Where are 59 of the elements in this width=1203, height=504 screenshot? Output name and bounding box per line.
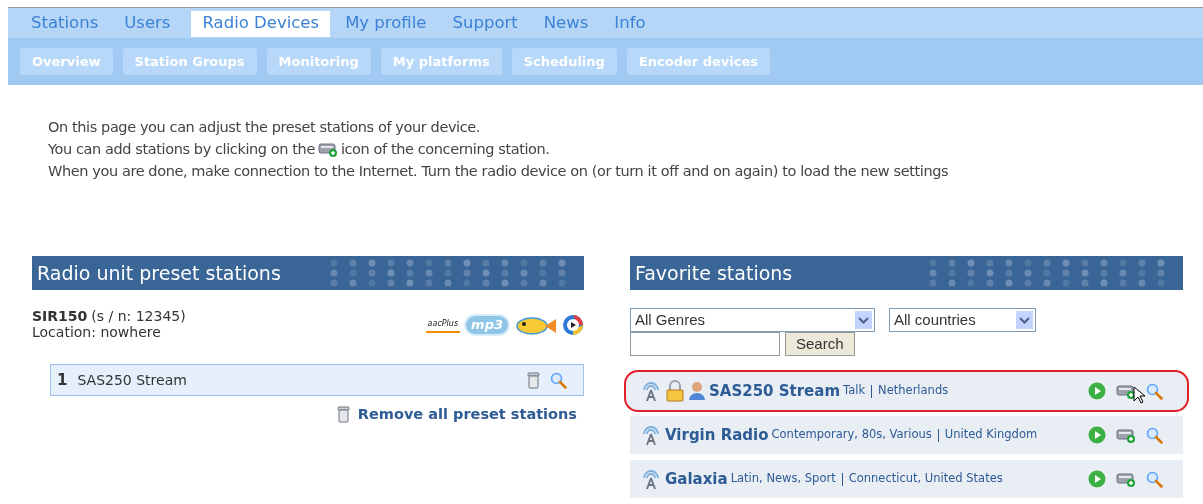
user-icon [688,381,706,401]
nav-tab[interactable]: Radio Devices [191,11,331,37]
play-icon[interactable] [1088,426,1106,444]
antenna-icon [640,424,662,446]
preset-name: SAS250 Stream [77,370,188,390]
intro-text: You can add stations by clicking on the [48,140,315,159]
codec-logo: mp3 [464,314,510,336]
panel-title: Radio unit preset stations [36,262,281,284]
nav-tab[interactable]: My profile [334,11,438,37]
station-genres: Latin, News, Sport [730,470,836,488]
subnav-button[interactable]: Monitoring [266,48,371,75]
lock-icon [665,380,685,402]
nav-tab[interactable]: Info [603,11,657,37]
trash-icon[interactable] [527,371,540,389]
antenna-icon [640,380,662,402]
player-logo [562,314,584,336]
play-icon[interactable] [1088,382,1106,400]
nav-tab[interactable]: Users [113,11,182,37]
intro-text: When you are done, make connection to the Internet. Turn the radio device on (or turn it off and on again) to load the new settings [48,162,950,181]
play-icon[interactable] [1088,470,1106,488]
subnav-button[interactable]: Encoder devices [626,48,771,75]
genre-select[interactable]: All Genres [630,308,875,332]
subnav-button[interactable]: Overview [20,48,113,75]
device-name: SIR150 [32,308,88,324]
dropdown-caret-icon [855,311,872,329]
station-genres: Contemporary, 80s, Various [771,426,932,444]
dropdown-caret-icon [1016,311,1033,329]
subnav-button[interactable]: Scheduling [511,48,617,75]
station-genres: Talk [843,382,866,400]
station-country: United Kingdom [944,426,1039,444]
device-location: Location: nowhere [32,324,162,340]
station-name[interactable]: Galaxia [665,467,728,491]
search-icon[interactable] [550,371,567,389]
search-icon[interactable] [1146,470,1163,488]
intro-text: icon of the concerning station. [340,140,550,159]
station-name[interactable]: SAS250 Stream [709,379,841,403]
cursor-icon [1133,386,1145,404]
subnav-button[interactable]: My platforms [380,48,502,75]
station-name[interactable]: Virgin Radio [665,423,769,447]
nav-tab[interactable]: Support [441,11,529,37]
search-field[interactable] [630,332,780,356]
serial-number: (s / n: 12345) [91,308,186,324]
station-country: Connecticut, United States [848,470,1004,488]
subnav-button[interactable]: Station Groups [122,48,257,75]
intro-text: On this page you can adjust the preset stations of your device. [48,118,481,137]
remove-all-link[interactable]: Remove all preset stations [357,404,577,426]
station-country: Netherlands [878,382,950,400]
preset-number: 1 [57,369,68,391]
antenna-icon [640,468,662,490]
trash-icon[interactable] [336,406,350,424]
search-button[interactable]: Search [785,332,855,356]
search-icon[interactable] [1146,426,1163,444]
codec-logo: aacPlus [425,317,461,333]
search-icon[interactable] [1146,382,1163,400]
panel-title: Favorite stations [634,262,793,284]
nav-tab[interactable]: Stations [20,11,110,37]
nav-tab[interactable]: News [532,11,600,37]
fish-logo [514,314,558,336]
country-select[interactable]: All countries [889,308,1036,332]
